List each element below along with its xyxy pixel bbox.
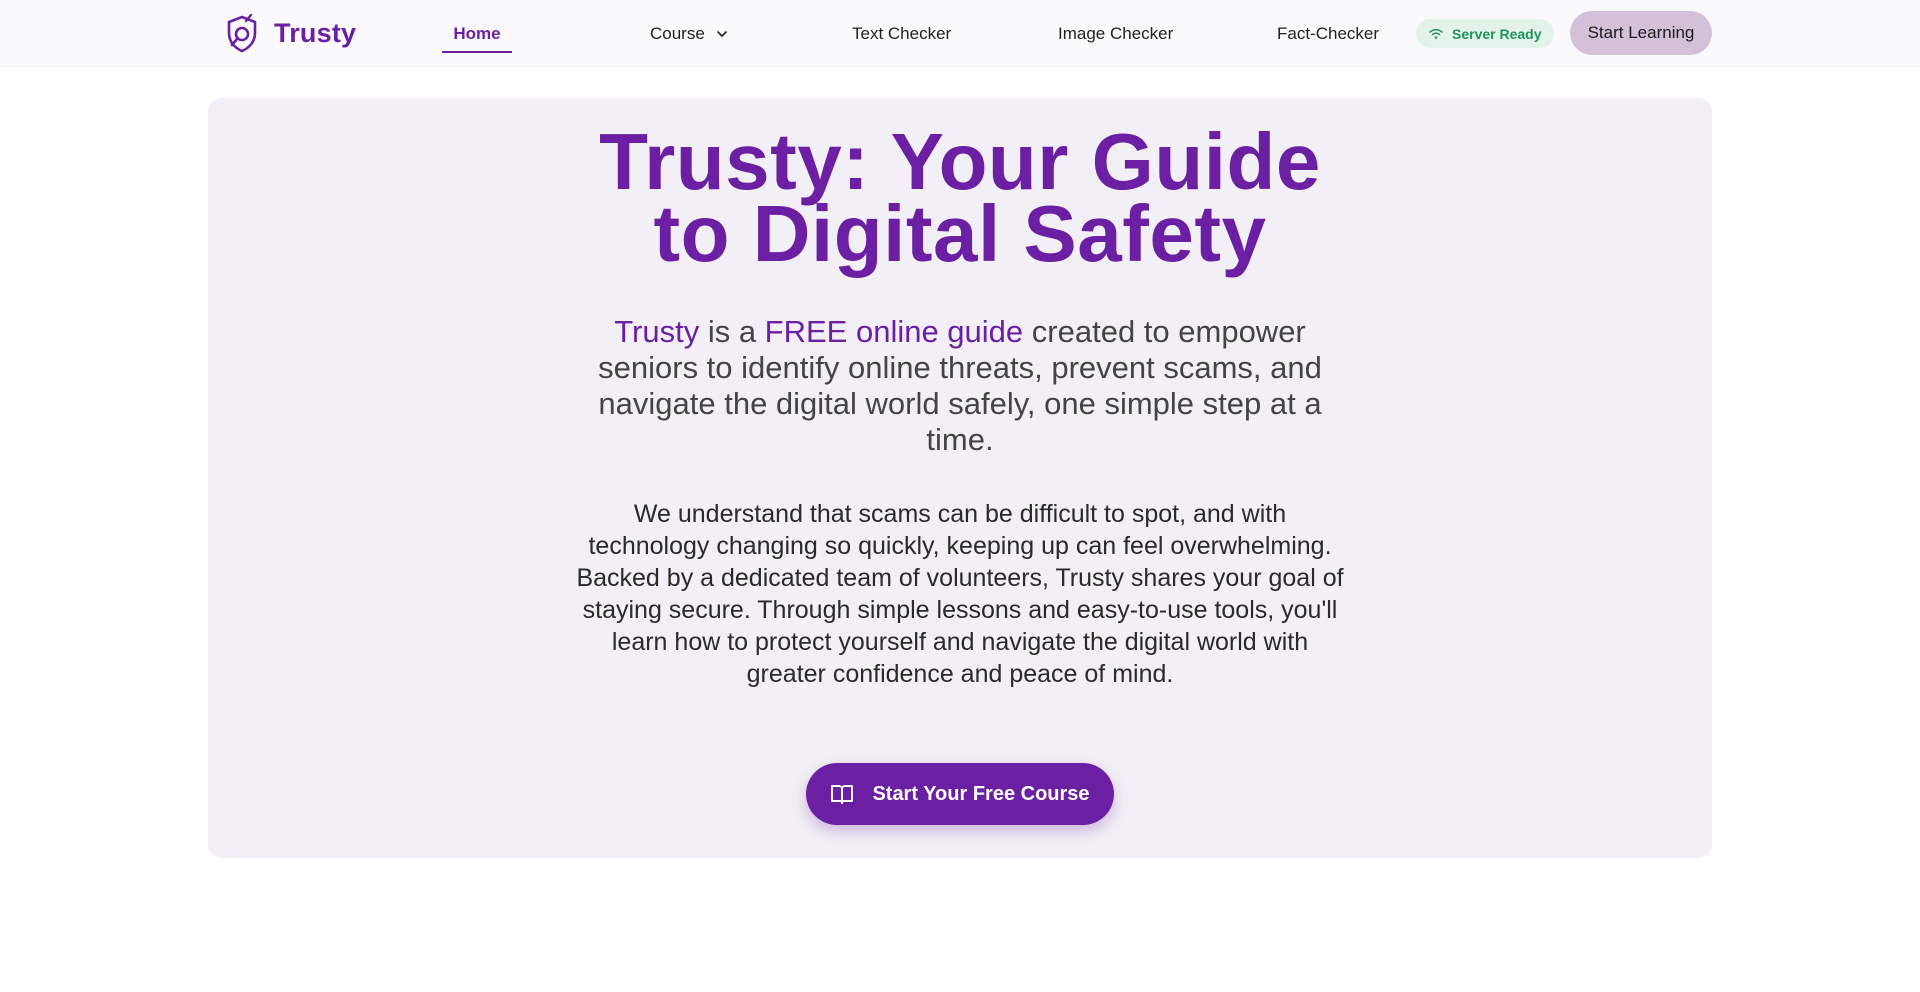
hero-body-paragraph: We understand that scams can be difficul… (576, 500, 1344, 688)
hero-lead-paragraph: Trusty is a FREE online guide created to… (570, 314, 1350, 458)
brand-logo[interactable]: Trusty (224, 13, 356, 53)
lead-text-part-1: is a (699, 314, 765, 349)
lead-brand-name: Trusty (614, 314, 700, 349)
nav-course-label: Course (650, 23, 705, 43)
top-navigation-bar: Trusty Home Course Text Checker Image Ch… (0, 0, 1920, 67)
hero-title: Trusty: Your Guide to Digital Safety (208, 122, 1712, 274)
nav-course-dropdown[interactable]: Course (650, 0, 729, 67)
nav-fact-checker[interactable]: Fact-Checker (1277, 0, 1379, 67)
nav-home[interactable]: Home (442, 0, 512, 67)
brand-name: Trusty (274, 17, 357, 48)
book-open-icon (831, 785, 854, 804)
shield-lock-icon (227, 13, 257, 53)
nav-text-checker[interactable]: Text Checker (852, 0, 951, 67)
nav-image-checker[interactable]: Image Checker (1058, 0, 1173, 67)
hero-card: Trusty: Your Guide to Digital Safety Tru… (208, 98, 1712, 858)
lead-highlight: FREE online guide (764, 314, 1024, 349)
server-status-label: Server Ready (1452, 25, 1542, 42)
wifi-icon (1429, 28, 1443, 39)
hero-title-line-2: to Digital Safety (653, 189, 1267, 278)
start-free-course-button[interactable]: Start Your Free Course (806, 763, 1114, 825)
active-tab-indicator (442, 51, 512, 53)
server-status-badge: Server Ready (1416, 19, 1554, 48)
start-learning-button[interactable]: Start Learning (1570, 11, 1712, 55)
start-free-course-label: Start Your Free Course (872, 782, 1090, 805)
chevron-down-icon (717, 30, 727, 37)
